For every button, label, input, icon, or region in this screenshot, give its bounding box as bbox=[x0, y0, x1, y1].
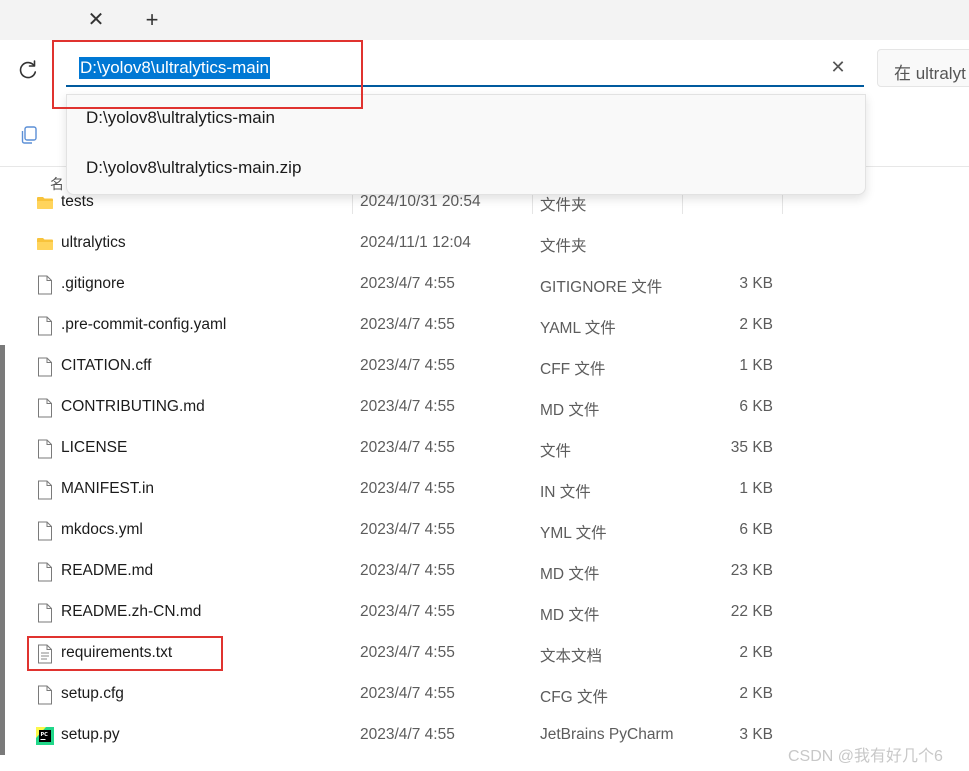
file-type: MD 文件 bbox=[540, 607, 600, 624]
file-row[interactable]: ultralytics 2024/11/1 12:04 文件夹 bbox=[0, 223, 969, 264]
file-date-modified: 2024/11/1 12:04 bbox=[360, 234, 471, 251]
file-date-modified: 2023/4/7 4:55 bbox=[360, 357, 455, 374]
file-size: 6 KB bbox=[739, 398, 773, 415]
pycharm-icon: PC bbox=[36, 726, 54, 746]
file-size: 3 KB bbox=[739, 726, 773, 743]
file-row[interactable]: .pre-commit-config.yaml 2023/4/7 4:55 YAML… bbox=[0, 305, 969, 346]
file-size: 3 KB bbox=[739, 275, 773, 292]
file-date-modified: 2023/4/7 4:55 bbox=[360, 644, 455, 661]
search-box[interactable]: 在 ultralyt bbox=[877, 49, 969, 87]
file-name: setup.cfg bbox=[61, 685, 124, 702]
file-date-modified: 2023/4/7 4:55 bbox=[360, 726, 455, 743]
file-date-modified: 2023/4/7 4:55 bbox=[360, 685, 455, 702]
file-type: CFF 文件 bbox=[540, 361, 606, 378]
file-icon bbox=[36, 685, 54, 705]
file-size: 2 KB bbox=[739, 644, 773, 661]
file-size: 6 KB bbox=[739, 521, 773, 538]
file-size: 1 KB bbox=[739, 357, 773, 374]
file-size: 2 KB bbox=[739, 316, 773, 333]
file-icon bbox=[36, 521, 54, 541]
file-size: 23 KB bbox=[730, 562, 773, 579]
file-type: MD 文件 bbox=[540, 566, 600, 583]
file-icon bbox=[36, 398, 54, 418]
file-icon bbox=[36, 562, 54, 582]
copy-icon[interactable] bbox=[18, 124, 40, 146]
file-row[interactable]: .gitignore 2023/4/7 4:55 GITIGNORE 文件 3 KB bbox=[0, 264, 969, 305]
file-date-modified: 2024/10/31 20:54 bbox=[360, 193, 481, 210]
watermark: CSDN @我有好几个6 bbox=[788, 748, 943, 765]
file-size: 2 KB bbox=[739, 685, 773, 702]
folder-icon bbox=[36, 234, 54, 254]
file-icon bbox=[36, 316, 54, 336]
file-date-modified: 2023/4/7 4:55 bbox=[360, 480, 455, 497]
file-type: 文件 bbox=[540, 443, 572, 460]
file-row[interactable]: setup.cfg 2023/4/7 4:55 CFG 文件 2 KB bbox=[0, 674, 969, 715]
file-type: YML 文件 bbox=[540, 525, 607, 542]
address-suggestions: D:\yolov8\ultralytics-main D:\yolov8\ult… bbox=[66, 94, 866, 195]
file-type: IN 文件 bbox=[540, 484, 591, 501]
file-type: 文本文档 bbox=[540, 648, 603, 665]
file-row[interactable]: README.md 2023/4/7 4:55 MD 文件 23 KB bbox=[0, 551, 969, 592]
file-name: tests bbox=[61, 193, 94, 210]
tab-bar: ✕ + bbox=[0, 0, 969, 40]
close-tab-button[interactable]: ✕ bbox=[84, 8, 108, 32]
file-date-modified: 2023/4/7 4:55 bbox=[360, 562, 455, 579]
file-type: JetBrains PyCharm bbox=[540, 726, 674, 743]
file-name: .gitignore bbox=[61, 275, 125, 292]
file-icon bbox=[36, 275, 54, 295]
file-row[interactable]: README.zh-CN.md 2023/4/7 4:55 MD 文件 22 KB bbox=[0, 592, 969, 633]
file-type: YAML 文件 bbox=[540, 320, 616, 337]
new-tab-button[interactable]: + bbox=[140, 8, 164, 32]
file-date-modified: 2023/4/7 4:55 bbox=[360, 603, 455, 620]
file-name: CITATION.cff bbox=[61, 357, 152, 374]
file-name: LICENSE bbox=[61, 439, 128, 456]
file-size: 1 KB bbox=[739, 480, 773, 497]
file-size: 22 KB bbox=[730, 603, 773, 620]
file-name: README.md bbox=[61, 562, 154, 579]
file-icon bbox=[36, 439, 54, 459]
file-name: MANIFEST.in bbox=[61, 480, 155, 497]
file-date-modified: 2023/4/7 4:55 bbox=[360, 439, 455, 456]
file-date-modified: 2023/4/7 4:55 bbox=[360, 521, 455, 538]
file-row[interactable]: CITATION.cff 2023/4/7 4:55 CFF 文件 1 KB bbox=[0, 346, 969, 387]
folder-icon bbox=[36, 193, 54, 213]
file-name: ultralytics bbox=[61, 234, 126, 251]
search-placeholder: 在 ultralyt bbox=[894, 64, 966, 83]
file-type: 文件夹 bbox=[540, 197, 587, 214]
file-icon bbox=[36, 603, 54, 623]
file-type: GITIGNORE 文件 bbox=[540, 279, 663, 296]
file-row[interactable]: MANIFEST.in 2023/4/7 4:55 IN 文件 1 KB bbox=[0, 469, 969, 510]
address-highlight-box bbox=[52, 40, 363, 109]
file-icon bbox=[36, 480, 54, 500]
file-row[interactable]: LICENSE 2023/4/7 4:55 文件 35 KB bbox=[0, 428, 969, 469]
file-icon bbox=[36, 357, 54, 377]
file-date-modified: 2023/4/7 4:55 bbox=[360, 316, 455, 333]
file-type: CFG 文件 bbox=[540, 689, 609, 706]
file-name: mkdocs.yml bbox=[61, 521, 143, 538]
suggestion-item[interactable]: D:\yolov8\ultralytics-main.zip bbox=[86, 155, 301, 181]
file-date-modified: 2023/4/7 4:55 bbox=[360, 398, 455, 415]
clear-address-button[interactable]: ✕ bbox=[828, 57, 848, 77]
file-row[interactable]: CONTRIBUTING.md 2023/4/7 4:55 MD 文件 6 KB bbox=[0, 387, 969, 428]
file-type: MD 文件 bbox=[540, 402, 600, 419]
file-name: CONTRIBUTING.md bbox=[61, 398, 205, 415]
refresh-icon[interactable] bbox=[14, 56, 42, 84]
requirements-highlight-box bbox=[27, 636, 223, 671]
file-name: setup.py bbox=[61, 726, 120, 743]
svg-text:PC: PC bbox=[41, 732, 49, 738]
file-name: .pre-commit-config.yaml bbox=[61, 316, 227, 333]
file-row[interactable]: mkdocs.yml 2023/4/7 4:55 YML 文件 6 KB bbox=[0, 510, 969, 551]
file-size: 35 KB bbox=[730, 439, 773, 456]
file-name: README.zh-CN.md bbox=[61, 603, 202, 620]
file-type: 文件夹 bbox=[540, 238, 587, 255]
file-date-modified: 2023/4/7 4:55 bbox=[360, 275, 455, 292]
